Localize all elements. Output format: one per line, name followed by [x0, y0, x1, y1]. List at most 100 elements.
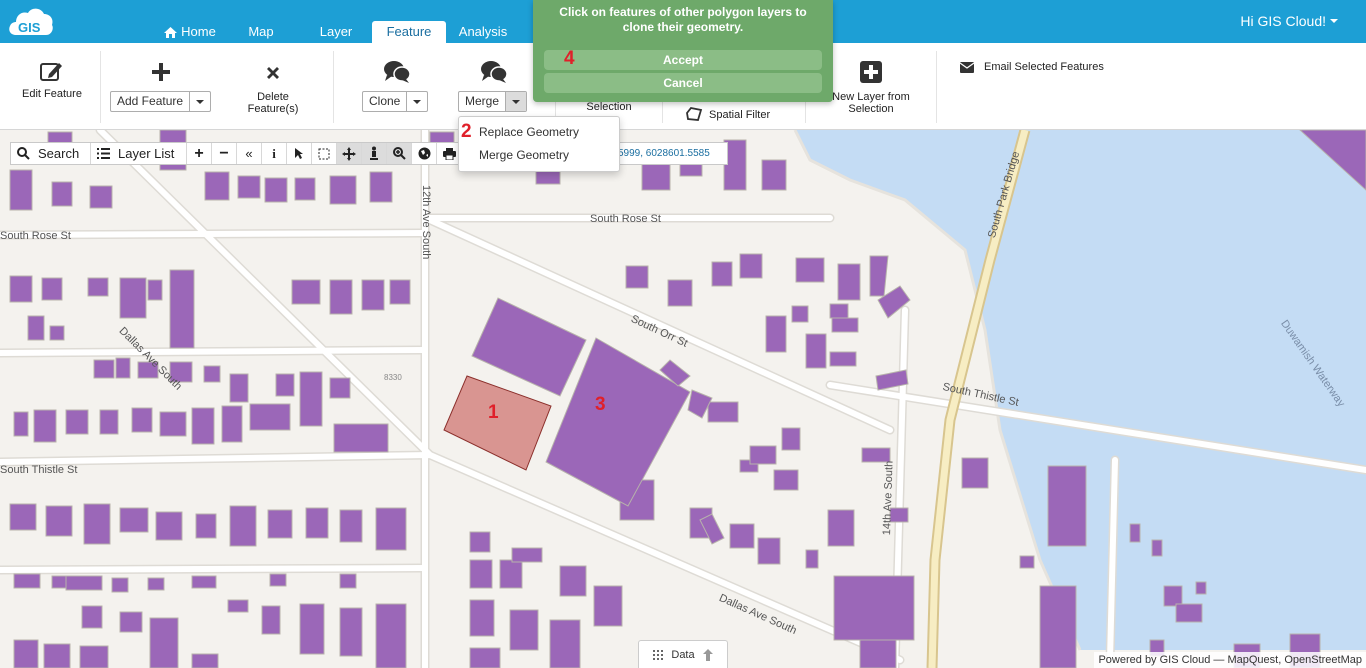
zoom-in-button[interactable]: +	[187, 143, 212, 164]
pan-button[interactable]	[337, 143, 362, 164]
user-menu-label: Hi GIS Cloud!	[1240, 13, 1326, 29]
map-attribution: Powered by GIS Cloud — MapQuest, OpenStr…	[1094, 652, 1366, 668]
plus-square-icon	[860, 61, 882, 83]
ribbon-divider	[100, 51, 101, 123]
person-icon	[370, 146, 378, 160]
tab-home-label: Home	[181, 24, 216, 39]
accept-button[interactable]: Accept	[544, 50, 822, 70]
search-icon	[17, 147, 30, 160]
user-menu[interactable]: Hi GIS Cloud!	[1240, 13, 1338, 29]
delete-features-button[interactable]: Delete Feature(s)	[232, 65, 314, 115]
box-select-button[interactable]	[312, 143, 337, 164]
ribbon-divider	[936, 51, 937, 123]
clone-geometry-popup: Click on features of other polygon layer…	[533, 0, 833, 102]
caret-down-icon	[413, 99, 422, 104]
grid-icon	[653, 649, 664, 660]
move-arrows-icon	[342, 146, 356, 161]
map-toolbar: Search Layer List + − « i	[10, 142, 463, 165]
new-layer-from-selection-button[interactable]: New Layer from Selection	[822, 61, 920, 115]
chat-bubbles-icon	[384, 61, 411, 83]
marker-3: 3	[595, 394, 606, 415]
plus-icon	[152, 63, 170, 81]
info-button[interactable]: i	[262, 143, 287, 164]
layer-list-button[interactable]: Layer List	[91, 143, 187, 164]
street-label-south-thistle-st-1: South Thistle St	[0, 464, 78, 476]
add-feature-dropdown-arrow[interactable]	[190, 92, 210, 111]
merge-label[interactable]: Merge	[459, 92, 507, 111]
merge-dropdown-arrow[interactable]	[506, 92, 527, 111]
street-label-12th-ave-south: 12th Ave South	[420, 185, 432, 260]
popup-message: Click on features of other polygon layer…	[533, 5, 833, 35]
selection-button[interactable]: Selection	[572, 101, 646, 113]
map-search-button[interactable]: Search	[11, 143, 91, 164]
zoom-out-button[interactable]: −	[212, 143, 237, 164]
globe-icon	[418, 147, 430, 160]
printer-icon	[443, 147, 456, 160]
delete-label-line2: Feature(s)	[247, 103, 299, 115]
spatial-filter-button[interactable]: Spatial Filter	[686, 107, 796, 122]
cancel-button[interactable]: Cancel	[544, 73, 822, 93]
edit-feature-label: Edit Feature	[22, 88, 82, 100]
info-icon: i	[272, 145, 276, 161]
data-panel-tab[interactable]: Data	[638, 640, 728, 668]
lot-label: 8330	[384, 373, 402, 382]
chat-bubbles-icon	[481, 61, 508, 83]
magnifier-zoom-icon	[392, 147, 406, 160]
full-extent-button[interactable]	[412, 143, 437, 164]
popup-message-line2: clone their geometry.	[622, 20, 744, 34]
list-icon	[97, 148, 110, 159]
map-canvas[interactable]: Dallas Ave South South Rose St South Ros…	[0, 130, 1366, 668]
spatial-filter-label: Spatial Filter	[709, 108, 771, 121]
merge-split-button[interactable]: Merge	[458, 91, 528, 112]
data-tab-label: Data	[671, 648, 695, 661]
app-window: Dallas Ave South South Rose St South Ros…	[0, 0, 1366, 668]
popup-message-line1: Click on features of other polygon layer…	[559, 5, 807, 19]
double-chevron-left-icon: «	[245, 146, 253, 161]
tab-home[interactable]: Home	[160, 21, 220, 43]
svg-text:GIS: GIS	[18, 20, 41, 35]
tab-analysis[interactable]: Analysis	[452, 21, 514, 43]
minus-icon: −	[219, 144, 229, 162]
email-selected-label: Email Selected Features	[984, 61, 1104, 73]
caret-down-icon	[512, 99, 521, 104]
marker-2: 2	[461, 121, 472, 142]
merge-dropdown-menu: 2 Replace Geometry Merge Geometry	[458, 116, 620, 172]
collapse-toolbar-button[interactable]: «	[237, 143, 262, 164]
add-feature-split-button[interactable]: Add Feature	[110, 91, 212, 112]
envelope-icon	[960, 61, 974, 73]
menu-item-replace-geometry[interactable]: Replace Geometry	[479, 125, 579, 139]
caret-down-icon	[196, 99, 205, 104]
street-view-button[interactable]	[362, 143, 387, 164]
edit-icon	[40, 63, 62, 81]
polygon-outline-icon	[686, 107, 703, 121]
layer-list-label: Layer List	[118, 146, 175, 161]
tab-layer[interactable]: Layer	[310, 21, 362, 43]
gis-cloud-logo[interactable]: GIS	[8, 5, 54, 39]
street-label-south-rose-st-2: South Rose St	[590, 213, 661, 225]
select-button[interactable]	[287, 143, 312, 164]
plus-icon: +	[194, 144, 204, 162]
clone-dropdown-arrow[interactable]	[407, 92, 427, 111]
tab-map[interactable]: Map	[238, 21, 284, 43]
street-label-south-rose-st-1: South Rose St	[0, 230, 71, 242]
zoom-box-button[interactable]	[387, 143, 412, 164]
dashed-rect-icon	[318, 148, 330, 159]
new-layer-label-line1: New Layer from	[832, 91, 910, 103]
add-feature-label[interactable]: Add Feature	[111, 92, 191, 111]
clone-label[interactable]: Clone	[363, 92, 408, 111]
ribbon-divider	[333, 51, 334, 123]
email-selected-features-button[interactable]: Email Selected Features	[960, 61, 1120, 73]
edit-feature-button[interactable]: Edit Feature	[12, 60, 92, 100]
coordinates-display: 5999, 6028601.5585	[616, 142, 728, 165]
clone-split-button[interactable]: Clone	[362, 91, 429, 112]
new-layer-label-line2: Selection	[848, 103, 894, 115]
arrow-up-icon	[702, 648, 713, 661]
map-search-label: Search	[38, 146, 80, 161]
selection-label: Selection	[586, 101, 632, 113]
cursor-arrow-icon	[295, 148, 303, 159]
delete-label-line1: Delete	[257, 91, 289, 103]
cloud-logo-icon: GIS	[9, 8, 53, 35]
marker-1: 1	[488, 402, 499, 423]
menu-item-merge-geometry[interactable]: Merge Geometry	[479, 148, 569, 162]
tab-feature[interactable]: Feature	[372, 21, 446, 43]
